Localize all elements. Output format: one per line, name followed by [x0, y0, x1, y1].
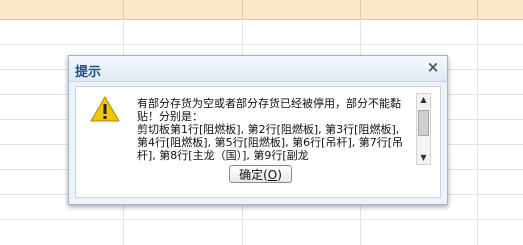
dialog-titlebar[interactable]: 提示 ×: [69, 56, 447, 82]
dialog-title: 提示: [75, 65, 102, 80]
alert-dialog: 提示 × 有部分存货为空或者部分存货已经被停用，部分不能黏贴！分别是： 剪切板第…: [68, 55, 448, 205]
scroll-down-icon[interactable]: ▼: [417, 152, 430, 164]
ok-button[interactable]: 确定(O): [229, 165, 292, 183]
scroll-up-icon[interactable]: ▲: [417, 94, 430, 106]
message-text: 有部分存货为空或者部分存货已经被停用，部分不能黏贴！分别是： 剪切板第1行[阻燃…: [137, 97, 404, 162]
column-header-row: [0, 0, 523, 20]
scroll-thumb[interactable]: [418, 110, 429, 136]
dialog-body: 有部分存货为空或者部分存货已经被停用，部分不能黏贴！分别是： 剪切板第1行[阻燃…: [75, 86, 441, 198]
ok-button-mnemonic: O: [267, 168, 278, 182]
warning-icon: [90, 96, 120, 122]
message-scrollbar[interactable]: ▲ ▼: [416, 93, 431, 165]
ok-button-label: 确定(: [239, 168, 268, 182]
close-icon[interactable]: ×: [425, 59, 441, 75]
ok-button-suffix: ): [277, 168, 282, 182]
